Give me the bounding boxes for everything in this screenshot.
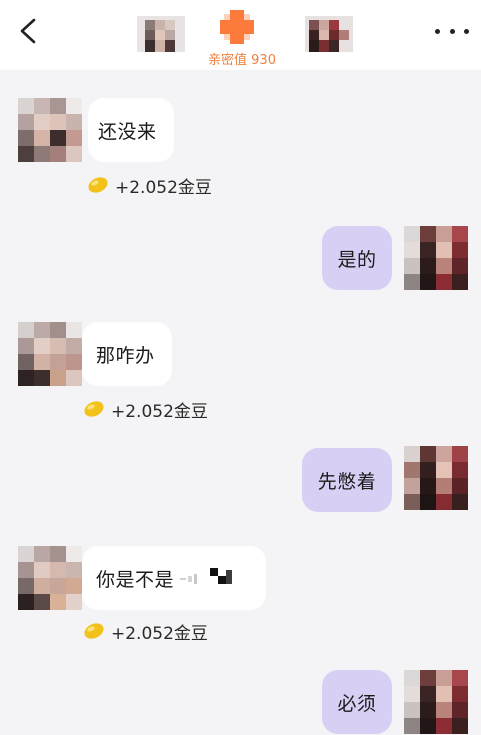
message-text: 还没来 xyxy=(98,120,157,143)
self-avatar[interactable] xyxy=(137,16,185,52)
back-button[interactable] xyxy=(14,16,44,46)
message-text: 先憋着 xyxy=(317,470,377,493)
intimacy-value: 亲密值 930 xyxy=(208,53,276,68)
intimacy-heart-icon[interactable] xyxy=(218,8,256,46)
reward-amount: +2.052金豆 xyxy=(111,401,208,422)
outgoing-message-bubble[interactable]: 是的 xyxy=(322,226,392,290)
coin-reward: +2.052金豆 xyxy=(83,398,208,422)
incoming-message-bubble[interactable]: 还没来 xyxy=(88,98,174,162)
gold-bean-icon xyxy=(84,401,104,417)
coin-reward: +2.052金豆 xyxy=(83,620,208,644)
message-text: 必须 xyxy=(337,692,377,715)
outgoing-avatar[interactable] xyxy=(404,446,468,510)
ellipsis-horizontal-icon xyxy=(435,28,440,34)
partner-avatar[interactable] xyxy=(305,16,353,52)
gold-bean-icon xyxy=(88,177,108,193)
incoming-avatar[interactable] xyxy=(18,546,82,610)
outgoing-message-bubble[interactable]: 先憋着 xyxy=(302,448,392,512)
chat-header: 亲密值 930 xyxy=(0,0,481,70)
outgoing-avatar[interactable] xyxy=(404,226,468,290)
message-text: 你是不是 xyxy=(96,568,175,591)
message-text: 是的 xyxy=(337,248,377,271)
outgoing-avatar[interactable] xyxy=(404,670,468,734)
incoming-avatar[interactable] xyxy=(18,98,82,162)
more-options-button[interactable] xyxy=(435,18,469,44)
message-text: 那咋办 xyxy=(96,344,155,367)
incoming-message-bubble[interactable]: 你是不是 xyxy=(82,546,266,610)
reward-amount: +2.052金豆 xyxy=(111,623,208,644)
incoming-message-bubble[interactable]: 那咋办 xyxy=(82,322,172,386)
chevron-left-icon xyxy=(20,18,36,44)
coin-reward: +2.052金豆 xyxy=(87,174,212,198)
reward-amount: +2.052金豆 xyxy=(115,177,212,198)
gold-bean-icon xyxy=(84,623,104,639)
incoming-avatar[interactable] xyxy=(18,322,82,386)
outgoing-message-bubble[interactable]: 必须 xyxy=(322,670,392,734)
redacted-content xyxy=(180,566,240,590)
